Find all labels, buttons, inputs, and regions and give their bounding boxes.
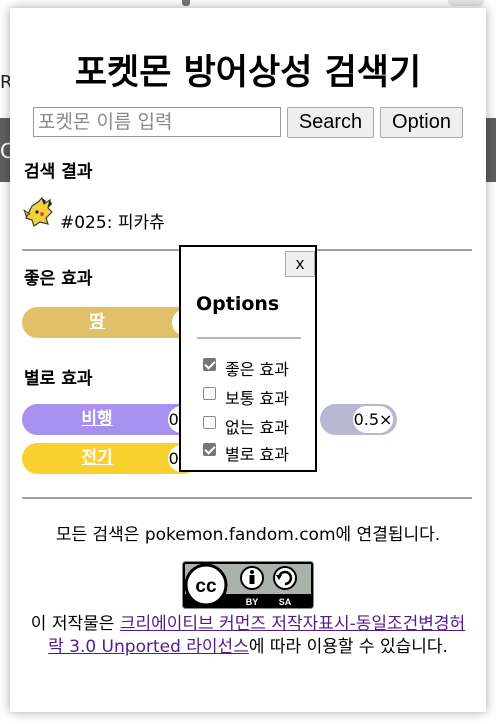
good-effect-heading: 좋은 효과 — [24, 269, 93, 289]
pokemon-result-name: #025: 피카츄 — [60, 213, 165, 233]
multiplier-pill: 0.5× — [353, 406, 393, 433]
type-bar-partial: 0.5× — [320, 404, 397, 435]
option-label: 없는 효과 — [225, 418, 289, 437]
type-link-electric[interactable]: 전기 — [22, 443, 172, 474]
option-label: 보통 효과 — [225, 389, 289, 408]
cc-badge-by-text: BY — [246, 597, 259, 607]
option-button[interactable]: Option — [380, 107, 463, 138]
type-link-flying[interactable]: 비행 — [22, 404, 172, 435]
divider — [22, 497, 472, 499]
checkbox-good-effect[interactable] — [203, 358, 216, 371]
checkbox-no-effect[interactable] — [203, 416, 216, 429]
option-label: 좋은 효과 — [225, 360, 289, 379]
pokemon-search-input[interactable] — [33, 107, 281, 137]
divider — [197, 337, 301, 339]
footer-notice: 모든 검색은 pokemon.fandom.com에 연결됩니다. — [55, 525, 441, 545]
cc-badge-cc-text: cc — [195, 576, 217, 597]
type-link-ground[interactable]: 땅 — [22, 307, 172, 338]
license-prefix: 이 저작물은 — [30, 614, 120, 634]
cc-badge-sa-text: SA — [279, 597, 292, 607]
search-results-heading: 검색 결과 — [24, 162, 93, 182]
type-bar-electric: 전기 0.5× — [22, 443, 208, 474]
option-label: 별로 효과 — [225, 445, 289, 464]
license-suffix: 에 따라 이용할 수 있습니다. — [248, 637, 448, 657]
extension-popup: 포켓몬 방어상성 검색기 Search Option 검색 결과 #025: 피… — [10, 8, 486, 712]
options-modal-title: Options — [196, 293, 280, 315]
type-bar-ground: 땅 2× — [22, 307, 212, 338]
page-title: 포켓몬 방어상성 검색기 — [74, 53, 422, 93]
checkbox-normal-effect[interactable] — [203, 387, 216, 400]
background-tab-edge — [182, 0, 190, 6]
bad-effect-heading: 별로 효과 — [24, 369, 93, 389]
cc-by-sa-badge[interactable]: cc BY SA — [182, 561, 314, 609]
license-notice: 이 저작물은 크리에이티브 커먼즈 저작자표시-동일조건변경허락 3.0 Unp… — [24, 613, 472, 659]
options-modal: x Options 좋은 효과 보통 효과 없는 효과 별로 효과 — [179, 245, 317, 472]
search-button[interactable]: Search — [287, 107, 374, 138]
type-bar-flying: 비행 0.5× — [22, 404, 208, 435]
background-tab-edge-right — [448, 0, 484, 6]
pikachu-icon[interactable] — [22, 196, 56, 230]
close-button[interactable]: x — [285, 251, 315, 277]
checkbox-bad-effect[interactable] — [203, 443, 216, 456]
